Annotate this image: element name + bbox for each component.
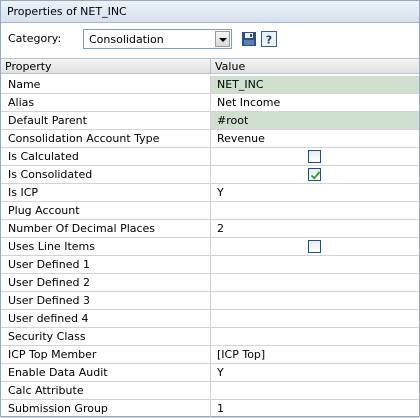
table-row[interactable]: Submission Group 1	[1, 400, 419, 418]
property-name: Uses Line Items	[1, 238, 211, 255]
checkbox[interactable]	[308, 240, 321, 253]
property-name: Security Class	[1, 328, 211, 345]
property-name: Is Consolidated	[1, 166, 211, 183]
table-row[interactable]: Consolidation Account Type Revenue	[1, 130, 419, 148]
svg-text:?: ?	[266, 34, 272, 47]
property-name: Default Parent	[1, 112, 211, 129]
property-value[interactable]	[211, 292, 419, 309]
table-row[interactable]: User defined 4	[1, 310, 419, 328]
help-icon[interactable]: ?	[261, 31, 277, 47]
panel-title: Properties of NET_INC	[1, 1, 419, 23]
table-row[interactable]: User Defined 3	[1, 292, 419, 310]
table-row[interactable]: Number Of Decimal Places 2	[1, 220, 419, 238]
table-row[interactable]: Enable Data Audit Y	[1, 364, 419, 382]
property-name: Enable Data Audit	[1, 364, 211, 381]
property-name: Calc Attribute	[1, 382, 211, 399]
table-row[interactable]: User Defined 1	[1, 256, 419, 274]
property-value[interactable]	[211, 310, 419, 327]
table-row[interactable]: Security Class	[1, 328, 419, 346]
property-name: ICP Top Member	[1, 346, 211, 363]
property-value[interactable]: 1	[211, 400, 419, 417]
table-row[interactable]: Plug Account	[1, 202, 419, 220]
property-value[interactable]	[211, 256, 419, 273]
property-name: User Defined 2	[1, 274, 211, 291]
table-row[interactable]: Is ICP Y	[1, 184, 419, 202]
checkbox[interactable]	[308, 150, 321, 163]
column-header-property[interactable]: Property	[1, 59, 211, 74]
column-header-value[interactable]: Value	[211, 59, 419, 74]
property-value[interactable]	[211, 328, 419, 345]
property-name: Submission Group	[1, 400, 211, 417]
table-row[interactable]: Default Parent #root	[1, 112, 419, 130]
property-value[interactable]	[211, 148, 419, 165]
property-name: Number Of Decimal Places	[1, 220, 211, 237]
table-row[interactable]: Alias Net Income	[1, 94, 419, 112]
property-name: User Defined 3	[1, 292, 211, 309]
save-icon[interactable]	[241, 31, 257, 47]
property-value[interactable]	[211, 202, 419, 219]
table-row[interactable]: ICP Top Member [ICP Top]	[1, 346, 419, 364]
grid-rows: Name NET_INC Alias Net Income Default Parent…	[1, 76, 419, 418]
property-name: User defined 4	[1, 310, 211, 327]
property-value[interactable]: #root	[211, 112, 419, 129]
category-value: Consolidation	[89, 33, 164, 46]
property-grid: Property Value Name NET_INC Alias Net Incom…	[1, 58, 419, 418]
property-name: Is ICP	[1, 184, 211, 201]
table-row[interactable]: Calc Attribute	[1, 382, 419, 400]
table-row[interactable]: Name NET_INC	[1, 76, 419, 94]
property-name: Plug Account	[1, 202, 211, 219]
property-name: Name	[1, 76, 211, 93]
property-value[interactable]: 2	[211, 220, 419, 237]
property-value[interactable]	[211, 382, 419, 399]
property-value[interactable]	[211, 166, 419, 183]
property-value[interactable]: Y	[211, 364, 419, 381]
property-value[interactable]: NET_INC	[211, 76, 419, 93]
category-label: Category:	[8, 32, 62, 45]
property-name: Consolidation Account Type	[1, 130, 211, 147]
table-row[interactable]: Is Consolidated	[1, 166, 419, 184]
property-value[interactable]: [ICP Top]	[211, 346, 419, 363]
table-row[interactable]: Is Calculated	[1, 148, 419, 166]
property-name: Alias	[1, 94, 211, 111]
category-select[interactable]: Consolidation	[83, 29, 232, 49]
category-toolbar: Category: Consolidation ?	[1, 23, 419, 57]
properties-panel: Properties of NET_INC Category: Consolid…	[0, 0, 420, 418]
property-value[interactable]	[211, 274, 419, 291]
property-value[interactable]	[211, 238, 419, 255]
property-name: Is Calculated	[1, 148, 211, 165]
checkbox-checked[interactable]	[308, 168, 321, 181]
property-name: User Defined 1	[1, 256, 211, 273]
property-value[interactable]: Y	[211, 184, 419, 201]
chevron-down-icon[interactable]	[215, 31, 230, 47]
grid-header: Property Value	[1, 59, 419, 74]
table-row[interactable]: Uses Line Items	[1, 238, 419, 256]
table-row[interactable]: User Defined 2	[1, 274, 419, 292]
property-value[interactable]: Net Income	[211, 94, 419, 111]
property-value[interactable]: Revenue	[211, 130, 419, 147]
